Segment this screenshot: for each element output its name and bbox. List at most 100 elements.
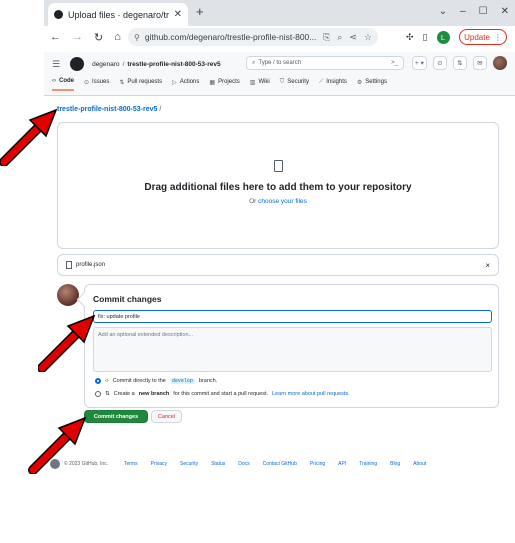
github-footer-logo-icon[interactable] (50, 459, 60, 469)
tab-label: Pull requests (127, 79, 163, 85)
security-icon: ⛉ (279, 78, 285, 85)
breadcrumb-repo-link[interactable]: trestle-profile-nist-800-53-rev5 (57, 106, 157, 113)
tab-label: Actions (179, 79, 200, 85)
forward-icon[interactable]: → (72, 31, 83, 43)
url-text: github.com/degenaro/trestle-profile-nist… (144, 32, 317, 42)
bookmark-star-icon[interactable]: ☆ (364, 32, 372, 43)
page-footer: © 2023 GitHub, Inc. Terms Privacy Security… (50, 459, 439, 469)
footer-link-security[interactable]: Security (180, 461, 198, 467)
zoom-icon[interactable]: ⌕ (337, 32, 342, 43)
choose-files-link[interactable]: choose your files (258, 198, 307, 205)
breadcrumb: trestle-profile-nist-800-53-rev5 / (57, 106, 161, 113)
file-icon (66, 261, 72, 269)
commit-direct-radio[interactable] (95, 378, 101, 384)
footer-link-docs[interactable]: Docs (238, 461, 249, 467)
maximize-icon[interactable]: ☐ (479, 6, 488, 17)
footer-link-pricing[interactable]: Pricing (310, 461, 325, 467)
tab-strip: Upload files · degenaro/tr ✕ + ⌄ – ☐ ✕ (44, 0, 515, 26)
pull-requests-icon: ⇅ (119, 79, 125, 86)
footer-link-training[interactable]: Training (359, 461, 377, 467)
commit-direct-option[interactable]: ‹› Commit directly to the develop branch… (95, 378, 217, 384)
tab-label: Code (59, 78, 74, 84)
tab-settings[interactable]: ⚙ Settings (357, 78, 387, 91)
update-label: Update (464, 32, 490, 42)
command-palette-icon[interactable]: >_ (391, 60, 398, 66)
new-branch-option[interactable]: ⇅ Create a new branch for this commit an… (95, 391, 350, 397)
tab-actions[interactable]: ▷ Actions (172, 78, 199, 91)
footer-link-blog[interactable]: Blog (390, 461, 400, 467)
commit-description-textarea[interactable] (93, 327, 492, 372)
new-tab-icon[interactable]: + (196, 4, 204, 19)
tab-title: Upload files · degenaro/tr (68, 9, 170, 20)
tab-issues[interactable]: ⊙ Issues (84, 78, 109, 91)
tab-code[interactable]: ‹› Code (52, 78, 74, 91)
dropzone-title: Drag additional files here to add them t… (144, 182, 412, 193)
reload-icon[interactable]: ↻ (94, 31, 103, 44)
commit-changes-panel: Commit changes ‹› Commit directly to the… (84, 284, 499, 408)
footer-link-api[interactable]: API (338, 461, 346, 467)
browser-window: Upload files · degenaro/tr ✕ + ⌄ – ☐ ✕ ←… (44, 0, 515, 96)
dropzone-subtitle: Or choose your files (58, 198, 498, 205)
address-bar[interactable]: ⚲ github.com/degenaro/trestle-profile-ni… (128, 28, 378, 46)
update-button[interactable]: Update ⋮ (459, 29, 507, 45)
learn-more-link[interactable]: Learn more about pull requests. (272, 391, 350, 397)
pull-requests-icon[interactable]: ⇅ (452, 56, 467, 70)
chevron-down-icon[interactable]: ⌄ (439, 6, 447, 17)
footer-link-privacy[interactable]: Privacy (151, 461, 167, 467)
footer-link-terms[interactable]: Terms (124, 461, 138, 467)
minimize-icon[interactable]: – (460, 6, 466, 17)
owner-link[interactable]: degenaro (92, 61, 119, 68)
issues-icon[interactable]: ⊙ (432, 56, 447, 70)
new-branch-radio[interactable] (95, 391, 101, 397)
tab-pull-requests[interactable]: ⇅ Pull requests (119, 78, 162, 91)
side-panel-icon[interactable]: ▯ (423, 32, 428, 43)
insights-icon: ⟋ (318, 78, 324, 85)
file-name: profile.json (76, 262, 106, 268)
repo-nav-tabs: ‹› Code ⊙ Issues ⇅ Pull requests ▷ Actions ▦ Proj… (52, 78, 387, 91)
site-info-icon[interactable]: ⚲ (134, 33, 140, 42)
tab-label: Security (287, 79, 309, 85)
back-icon[interactable]: ← (50, 31, 61, 43)
uploaded-file-row: profile.json × (57, 254, 499, 276)
commit-changes-button[interactable]: Commit changes (84, 410, 148, 423)
breadcrumb-separator: / (122, 60, 125, 68)
create-new-icon[interactable]: + ▾ (412, 56, 427, 70)
actions-icon: ▷ (172, 79, 177, 86)
tab-wiki[interactable]: ▥ Wiki (250, 78, 270, 91)
commit-title: Commit changes (93, 294, 162, 304)
commit-author-avatar (57, 284, 79, 306)
hamburger-menu-icon[interactable]: ☰ (52, 59, 60, 70)
breadcrumb-separator: / (159, 106, 162, 113)
install-app-icon[interactable]: ⎘ (323, 32, 330, 43)
cancel-button[interactable]: Cancel (151, 410, 182, 423)
home-icon[interactable]: ⌂ (114, 31, 121, 43)
user-avatar[interactable] (492, 56, 507, 70)
footer-link-about[interactable]: About (413, 461, 426, 467)
footer-link-status[interactable]: Status (211, 461, 225, 467)
tab-label: Issues (92, 79, 110, 85)
close-tab-icon[interactable]: ✕ (174, 9, 182, 20)
github-logo-icon[interactable] (70, 57, 85, 71)
close-window-icon[interactable]: ✕ (501, 6, 509, 17)
repo-link[interactable]: trestle-profile-nist-800-53-rev5 (127, 61, 220, 68)
extensions-icon[interactable]: ✣ (406, 32, 414, 43)
annotation-arrow-breadcrumb (0, 108, 58, 166)
share-icon[interactable]: ⋖ (349, 32, 357, 43)
wiki-icon: ▥ (249, 79, 256, 86)
github-search-input[interactable]: ⌕ Type / to search >_ (246, 56, 404, 70)
tab-projects[interactable]: ▦ Projects (209, 78, 239, 91)
menu-dots-icon: ⋮ (493, 32, 502, 42)
tab-security[interactable]: ⛉ Security (280, 78, 309, 91)
commit-icon: ‹› (105, 378, 109, 384)
profile-avatar[interactable]: L (436, 31, 450, 44)
browser-tab[interactable]: Upload files · degenaro/tr ✕ (48, 3, 188, 26)
footer-link-contact-github[interactable]: Contact GitHub (263, 461, 297, 467)
tab-label: Settings (365, 79, 387, 85)
footer-copyright: © 2023 GitHub, Inc. (64, 461, 108, 467)
inbox-icon[interactable]: ✉ (472, 56, 487, 70)
file-dropzone[interactable]: Drag additional files here to add them t… (57, 122, 499, 249)
remove-file-icon[interactable]: × (485, 261, 490, 270)
commit-message-input[interactable] (93, 310, 492, 323)
commit-direct-text: Commit directly to the (112, 378, 166, 384)
tab-insights[interactable]: ⟋ Insights (319, 78, 347, 91)
